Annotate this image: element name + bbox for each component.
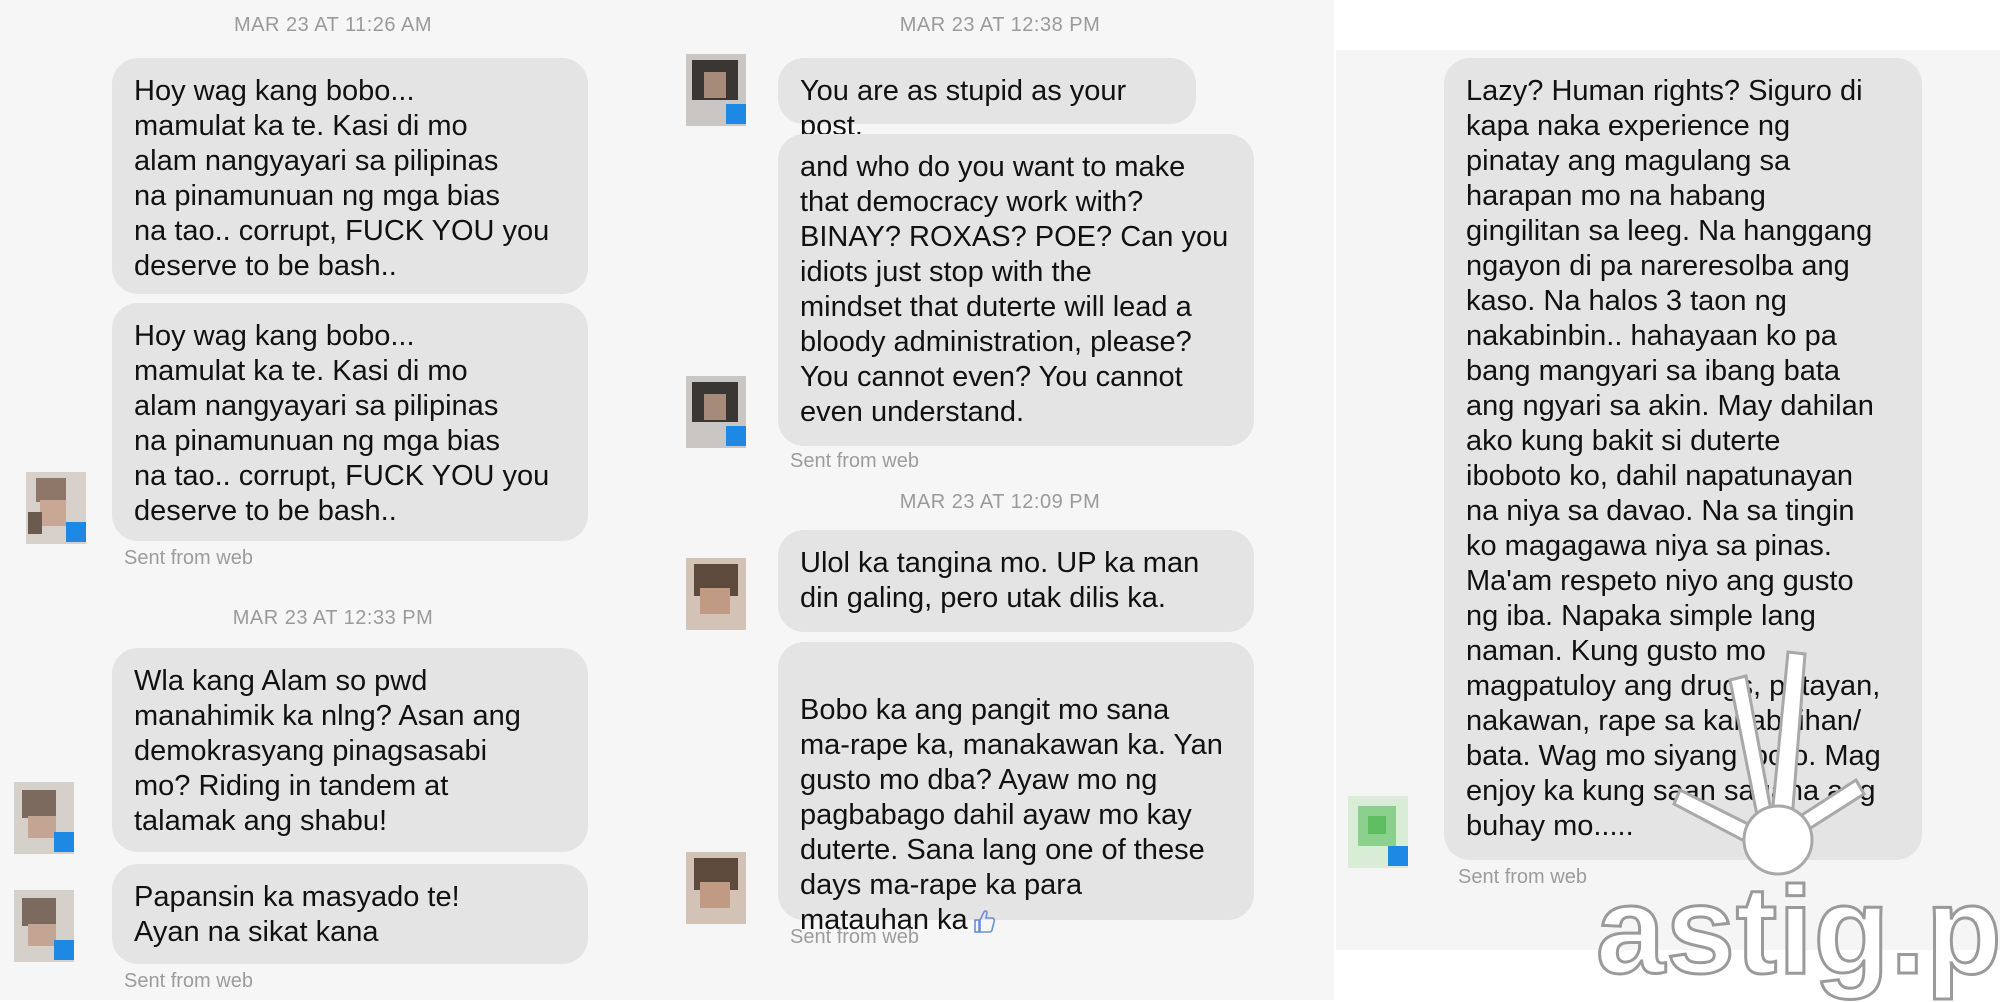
messenger-badge-icon [726,426,746,446]
watermark-text: astig.ph [1594,861,2000,1002]
timestamp-divider: MAR 23 AT 12:09 PM [899,491,1101,513]
message-bubble[interactable]: Wla kang Alam so pwd manahimik ka nlng? … [112,648,588,852]
sent-from-web-label: Sent from web [124,547,253,569]
messenger-badge-icon [54,940,74,960]
message-bubble[interactable]: Hoy wag kang bobo... mamulat ka te. Kasi… [112,303,588,541]
sent-from-web-label: Sent from web [790,926,919,948]
sender-avatar[interactable] [14,890,74,962]
thumbs-up-icon [973,907,996,933]
timestamp-divider: MAR 23 AT 11:26 AM [234,14,432,36]
messenger-badge-icon [54,832,74,852]
sender-avatar[interactable] [686,558,746,630]
message-bubble[interactable]: You are as stupid as your post. [778,58,1196,142]
timestamp-divider: MAR 23 AT 12:38 PM [899,14,1101,36]
sender-avatar[interactable] [686,54,746,126]
messenger-badge-icon [726,104,746,124]
message-bubble[interactable]: Ulol ka tangina mo. UP ka man din galing… [778,530,1254,632]
sender-avatar[interactable] [26,472,86,544]
timestamp-divider: MAR 23 AT 12:33 PM [232,607,434,629]
sent-from-web-label: Sent from web [1458,866,1587,888]
message-bubble[interactable]: Hoy wag kang bobo... mamulat ka te. Kasi… [112,58,588,294]
message-bubble[interactable]: Bobo ka ang pangit mo sana ma-rape ka, m… [778,642,1254,936]
messenger-badge-icon [66,522,86,542]
sender-avatar[interactable] [686,852,746,924]
message-text: Bobo ka ang pangit mo sana ma-rape ka, m… [800,694,1223,936]
sender-avatar[interactable] [1348,796,1408,868]
sender-avatar[interactable] [686,376,746,448]
message-bubble[interactable]: Papansin ka masyado te! Ayan na sikat ka… [112,864,588,964]
message-bubble[interactable]: and who do you want to make that democra… [778,134,1254,446]
sent-from-web-label: Sent from web [124,970,253,992]
messenger-badge-icon [1388,846,1408,866]
sent-from-web-label: Sent from web [790,450,919,472]
sender-avatar[interactable] [14,782,74,854]
